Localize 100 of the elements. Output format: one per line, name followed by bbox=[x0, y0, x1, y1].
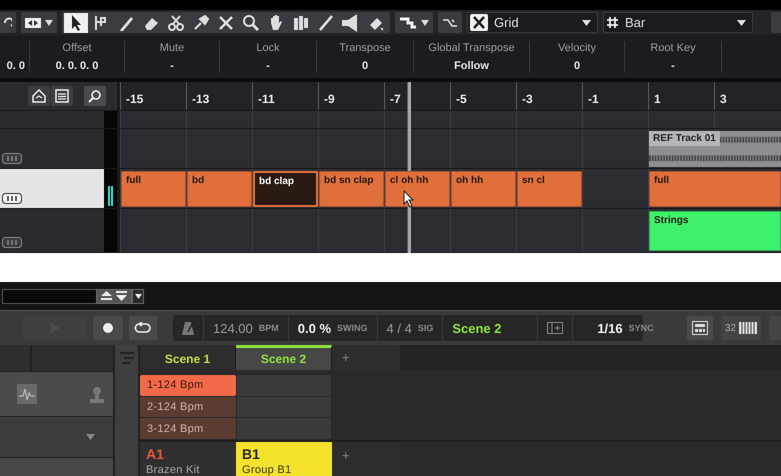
grid-dropdown[interactable]: Grid bbox=[467, 12, 598, 33]
clip[interactable]: full bbox=[649, 171, 781, 207]
field-label: Root Key bbox=[650, 42, 696, 54]
caret-icon bbox=[134, 294, 142, 298]
clip[interactable]: bd bbox=[187, 171, 252, 207]
waveform-icon bbox=[17, 384, 37, 404]
pattern-clip[interactable]: 1-124 Bpm bbox=[140, 375, 236, 396]
zoom-icon bbox=[241, 12, 261, 32]
list-icon bbox=[55, 89, 69, 103]
arrows-icon bbox=[25, 16, 41, 28]
loop-icon bbox=[134, 322, 152, 334]
list-button[interactable] bbox=[51, 86, 73, 106]
scene-tab[interactable]: Scene 2 bbox=[236, 345, 332, 370]
transport-value[interactable]: 124.00 bbox=[213, 320, 253, 336]
record-button[interactable] bbox=[93, 316, 123, 340]
up-arrow-icon bbox=[101, 291, 112, 301]
scissors-icon bbox=[166, 12, 186, 32]
clip[interactable]: oh hh bbox=[451, 171, 516, 207]
scene-name: Scene 2 bbox=[452, 320, 502, 336]
field-value[interactable]: - bbox=[671, 60, 675, 72]
field-label: Lock bbox=[256, 42, 280, 54]
transport-value[interactable]: 4 / 4 bbox=[386, 320, 412, 336]
ruler-mark: 1 bbox=[648, 82, 714, 110]
transport-value[interactable]: 0.0 % bbox=[298, 320, 332, 336]
ruler-mark: -9 bbox=[318, 82, 384, 110]
group-slot[interactable]: B1 Group B1 bbox=[236, 442, 332, 476]
search-icon bbox=[88, 89, 102, 103]
transport-value[interactable]: 1/16 bbox=[597, 320, 623, 336]
caret-icon bbox=[421, 20, 429, 26]
follow-icon bbox=[547, 322, 564, 334]
field-value[interactable]: - bbox=[266, 60, 270, 72]
clip[interactable]: bd sn clap bbox=[319, 171, 384, 207]
field-value[interactable]: 0. 0. 0. 0 bbox=[56, 60, 98, 72]
audio-clip[interactable]: REF Track 01 bbox=[649, 131, 781, 167]
caret-icon bbox=[86, 434, 95, 440]
scene-tab[interactable]: Scene 1 bbox=[140, 345, 236, 370]
quantize-dropdown[interactable]: Bar bbox=[603, 12, 753, 33]
field-value[interactable]: 0 bbox=[362, 60, 368, 72]
field-value[interactable]: 0 bbox=[574, 60, 580, 72]
house-icon bbox=[32, 89, 46, 103]
metronome-icon bbox=[182, 321, 194, 335]
curve-icon bbox=[4, 16, 12, 28]
ruler-mark: 3 bbox=[714, 82, 781, 110]
clip[interactable]: sn cl bbox=[517, 171, 582, 207]
snap-button[interactable] bbox=[438, 12, 462, 33]
dropdown-button[interactable] bbox=[132, 288, 144, 304]
transport-label: BPM bbox=[258, 323, 279, 333]
line-icon bbox=[316, 12, 336, 32]
clip[interactable]: full bbox=[121, 171, 186, 207]
wave-icon bbox=[399, 16, 417, 30]
mode-button[interactable] bbox=[21, 12, 57, 33]
loop-button[interactable] bbox=[129, 316, 157, 340]
ruler-mark: -13 bbox=[186, 82, 252, 110]
ruler-mark: -11 bbox=[252, 82, 318, 110]
instrument-button[interactable] bbox=[2, 193, 22, 204]
pattern-clip[interactable]: 2-124 Bpm bbox=[140, 396, 236, 418]
group-name: Brazen Kit bbox=[146, 464, 201, 476]
group-slot[interactable]: A1 Brazen Kit bbox=[140, 442, 236, 476]
grid-icon bbox=[692, 321, 708, 335]
transport-label: SWING bbox=[337, 323, 368, 333]
ruler-mark: -15 bbox=[120, 82, 186, 110]
field-value[interactable]: 0. 0 bbox=[6, 60, 25, 72]
tool-button[interactable] bbox=[64, 12, 88, 32]
undo-button[interactable] bbox=[0, 12, 16, 33]
search-field[interactable] bbox=[2, 288, 96, 304]
transport-label: SIG bbox=[418, 323, 434, 333]
field-label: Velocity bbox=[558, 42, 596, 54]
clip[interactable]: bd clap bbox=[253, 171, 318, 207]
caret-icon bbox=[45, 20, 53, 26]
x-icon bbox=[470, 14, 488, 31]
pattern-clip[interactable]: 3-124 Bpm bbox=[140, 418, 236, 440]
group-label: B1 bbox=[242, 446, 261, 462]
down-arrow-icon bbox=[116, 291, 127, 301]
sort-icon bbox=[120, 352, 134, 364]
add-scene-button[interactable]: + bbox=[332, 345, 400, 370]
hash-icon bbox=[606, 16, 619, 29]
record-icon bbox=[103, 323, 113, 333]
search-button[interactable] bbox=[84, 86, 106, 106]
ruler-mark: -1 bbox=[582, 82, 648, 110]
field-label: Global Transpose bbox=[428, 42, 515, 54]
piano-icon bbox=[739, 322, 757, 334]
clip[interactable]: Strings bbox=[649, 211, 781, 251]
field-label: Offset bbox=[62, 42, 92, 54]
field-value[interactable]: Follow bbox=[454, 60, 489, 72]
keyboard-button[interactable]: 32 bbox=[720, 316, 761, 340]
clip-title: REF Track 01 bbox=[649, 131, 720, 146]
group-label: A1 bbox=[146, 446, 165, 462]
caret-icon bbox=[582, 20, 591, 26]
ruler-mark: -3 bbox=[516, 82, 582, 110]
group-name: Group B1 bbox=[242, 464, 292, 476]
clip[interactable]: cl oh hh bbox=[385, 171, 450, 207]
automation-button[interactable] bbox=[395, 12, 433, 33]
field-value[interactable]: - bbox=[170, 60, 174, 72]
field-label: Transpose bbox=[339, 42, 391, 54]
home-button[interactable] bbox=[28, 86, 50, 106]
person-icon bbox=[89, 386, 105, 402]
field-label: Mute bbox=[160, 42, 184, 54]
navigate-buttons[interactable] bbox=[96, 288, 132, 304]
ruler-mark: -5 bbox=[450, 82, 516, 110]
pad-view-button[interactable] bbox=[686, 316, 713, 340]
